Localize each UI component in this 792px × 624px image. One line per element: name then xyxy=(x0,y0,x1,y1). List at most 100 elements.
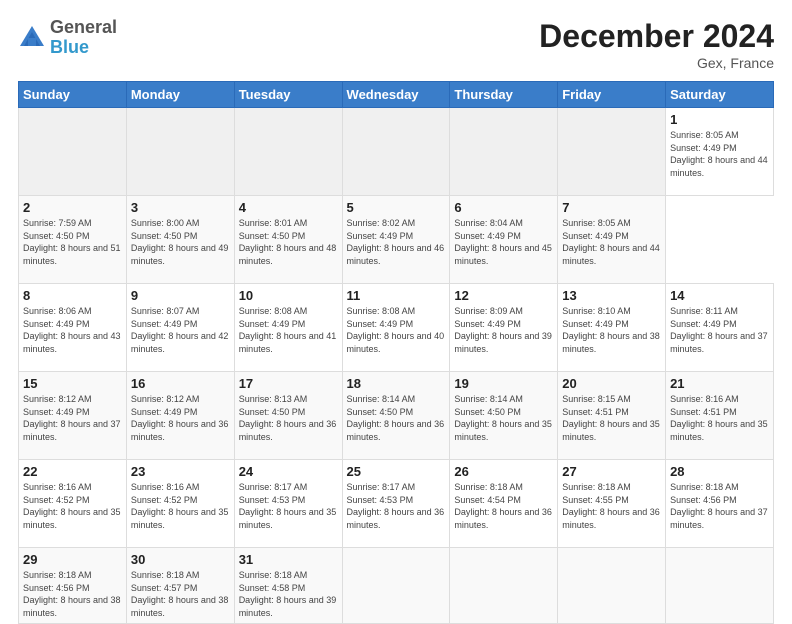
day-number: 1 xyxy=(670,112,769,127)
day-number: 22 xyxy=(23,464,122,479)
calendar-cell xyxy=(19,108,127,196)
logo-icon xyxy=(18,24,46,52)
day-info: Sunrise: 8:04 AMSunset: 4:49 PMDaylight:… xyxy=(454,217,553,267)
day-header-thursday: Thursday xyxy=(450,82,558,108)
day-number: 23 xyxy=(131,464,230,479)
day-header-tuesday: Tuesday xyxy=(234,82,342,108)
calendar-cell: 18 Sunrise: 8:14 AMSunset: 4:50 PMDayligh… xyxy=(342,372,450,460)
day-number: 17 xyxy=(239,376,338,391)
calendar-cell xyxy=(234,108,342,196)
calendar-week-row: 29Sunrise: 8:18 AMSunset: 4:56 PMDayligh… xyxy=(19,548,774,624)
day-header-friday: Friday xyxy=(558,82,666,108)
day-number: 4 xyxy=(239,200,338,215)
calendar-body: 1Sunrise: 8:05 AMSunset: 4:49 PMDaylight… xyxy=(19,108,774,624)
calendar-cell: 9 Sunrise: 8:07 AMSunset: 4:49 PMDaylight… xyxy=(126,284,234,372)
day-info: Sunrise: 8:17 AMSunset: 4:53 PMDaylight:… xyxy=(347,481,446,531)
day-info: Sunrise: 8:12 AMSunset: 4:49 PMDaylight:… xyxy=(131,393,230,443)
day-number: 27 xyxy=(562,464,661,479)
calendar-week-row: 1Sunrise: 8:05 AMSunset: 4:49 PMDaylight… xyxy=(19,108,774,196)
day-info: Sunrise: 8:08 AMSunset: 4:49 PMDaylight:… xyxy=(239,305,338,355)
day-number: 8 xyxy=(23,288,122,303)
calendar-header-row: SundayMondayTuesdayWednesdayThursdayFrid… xyxy=(19,82,774,108)
day-number: 12 xyxy=(454,288,553,303)
day-number: 10 xyxy=(239,288,338,303)
day-number: 31 xyxy=(239,552,338,567)
day-number: 15 xyxy=(23,376,122,391)
day-info: Sunrise: 8:02 AMSunset: 4:49 PMDaylight:… xyxy=(347,217,446,267)
day-header-wednesday: Wednesday xyxy=(342,82,450,108)
calendar-cell: 8 Sunrise: 8:06 AMSunset: 4:49 PMDaylight… xyxy=(19,284,127,372)
day-number: 11 xyxy=(347,288,446,303)
day-number: 6 xyxy=(454,200,553,215)
title-block: December 2024 Gex, France xyxy=(539,18,774,71)
calendar-cell: 28 Sunrise: 8:18 AMSunset: 4:56 PMDayligh… xyxy=(666,460,774,548)
day-info: Sunrise: 8:14 AMSunset: 4:50 PMDaylight:… xyxy=(454,393,553,443)
calendar-cell: 17Sunrise: 8:13 AMSunset: 4:50 PMDayligh… xyxy=(234,372,342,460)
day-number: 13 xyxy=(562,288,661,303)
calendar-cell: 19 Sunrise: 8:14 AMSunset: 4:50 PMDayligh… xyxy=(450,372,558,460)
day-number: 30 xyxy=(131,552,230,567)
day-number: 5 xyxy=(347,200,446,215)
calendar-cell: 12 Sunrise: 8:09 AMSunset: 4:49 PMDayligh… xyxy=(450,284,558,372)
day-number: 7 xyxy=(562,200,661,215)
day-number: 21 xyxy=(670,376,769,391)
calendar-cell: 4Sunrise: 8:01 AMSunset: 4:50 PMDaylight… xyxy=(234,196,342,284)
calendar-cell: 30Sunrise: 8:18 AMSunset: 4:57 PMDayligh… xyxy=(126,548,234,624)
day-number: 25 xyxy=(347,464,446,479)
calendar-cell xyxy=(558,108,666,196)
day-header-monday: Monday xyxy=(126,82,234,108)
calendar-cell: 27 Sunrise: 8:18 AMSunset: 4:55 PMDayligh… xyxy=(558,460,666,548)
day-info: Sunrise: 8:18 AMSunset: 4:55 PMDaylight:… xyxy=(562,481,661,531)
calendar-cell: 16 Sunrise: 8:12 AMSunset: 4:49 PMDayligh… xyxy=(126,372,234,460)
calendar-table: SundayMondayTuesdayWednesdayThursdayFrid… xyxy=(18,81,774,624)
day-number: 3 xyxy=(131,200,230,215)
header: General Blue December 2024 Gex, France xyxy=(18,18,774,71)
calendar-cell: 29Sunrise: 8:18 AMSunset: 4:56 PMDayligh… xyxy=(19,548,127,624)
day-info: Sunrise: 8:06 AMSunset: 4:49 PMDaylight:… xyxy=(23,305,122,355)
calendar-cell: 15 Sunrise: 8:12 AMSunset: 4:49 PMDayligh… xyxy=(19,372,127,460)
calendar-cell xyxy=(450,108,558,196)
day-number: 18 xyxy=(347,376,446,391)
calendar-cell: 22 Sunrise: 8:16 AMSunset: 4:52 PMDayligh… xyxy=(19,460,127,548)
day-info: Sunrise: 8:09 AMSunset: 4:49 PMDaylight:… xyxy=(454,305,553,355)
location: Gex, France xyxy=(539,55,774,71)
calendar-cell: 11Sunrise: 8:08 AMSunset: 4:49 PMDayligh… xyxy=(342,284,450,372)
day-info: Sunrise: 8:16 AMSunset: 4:52 PMDaylight:… xyxy=(131,481,230,531)
calendar-cell: 13 Sunrise: 8:10 AMSunset: 4:49 PMDayligh… xyxy=(558,284,666,372)
calendar-cell: 6 Sunrise: 8:04 AMSunset: 4:49 PMDaylight… xyxy=(450,196,558,284)
day-info: Sunrise: 8:14 AMSunset: 4:50 PMDaylight:… xyxy=(347,393,446,443)
logo: General Blue xyxy=(18,18,117,58)
day-number: 16 xyxy=(131,376,230,391)
day-number: 9 xyxy=(131,288,230,303)
calendar-week-row: 8 Sunrise: 8:06 AMSunset: 4:49 PMDaylight… xyxy=(19,284,774,372)
calendar-cell xyxy=(558,548,666,624)
day-info: Sunrise: 8:16 AMSunset: 4:52 PMDaylight:… xyxy=(23,481,122,531)
day-number: 19 xyxy=(454,376,553,391)
day-header-saturday: Saturday xyxy=(666,82,774,108)
day-info: Sunrise: 8:07 AMSunset: 4:49 PMDaylight:… xyxy=(131,305,230,355)
calendar-cell: 26Sunrise: 8:18 AMSunset: 4:54 PMDayligh… xyxy=(450,460,558,548)
day-number: 28 xyxy=(670,464,769,479)
calendar-cell: 14Sunrise: 8:11 AMSunset: 4:49 PMDayligh… xyxy=(666,284,774,372)
day-info: Sunrise: 8:11 AMSunset: 4:49 PMDaylight:… xyxy=(670,305,769,355)
calendar-cell xyxy=(450,548,558,624)
calendar-cell: 21Sunrise: 8:16 AMSunset: 4:51 PMDayligh… xyxy=(666,372,774,460)
calendar-cell: 3Sunrise: 8:00 AMSunset: 4:50 PMDaylight… xyxy=(126,196,234,284)
day-info: Sunrise: 8:18 AMSunset: 4:54 PMDaylight:… xyxy=(454,481,553,531)
calendar-cell: 23 Sunrise: 8:16 AMSunset: 4:52 PMDayligh… xyxy=(126,460,234,548)
calendar-cell xyxy=(342,548,450,624)
calendar-week-row: 15 Sunrise: 8:12 AMSunset: 4:49 PMDayligh… xyxy=(19,372,774,460)
day-info: Sunrise: 8:15 AMSunset: 4:51 PMDaylight:… xyxy=(562,393,661,443)
month-title: December 2024 xyxy=(539,18,774,55)
day-info: Sunrise: 8:12 AMSunset: 4:49 PMDaylight:… xyxy=(23,393,122,443)
logo-general: General xyxy=(50,17,117,37)
calendar-cell: 31Sunrise: 8:18 AMSunset: 4:58 PMDayligh… xyxy=(234,548,342,624)
day-info: Sunrise: 8:10 AMSunset: 4:49 PMDaylight:… xyxy=(562,305,661,355)
calendar-cell: 5 Sunrise: 8:02 AMSunset: 4:49 PMDaylight… xyxy=(342,196,450,284)
calendar-week-row: 22 Sunrise: 8:16 AMSunset: 4:52 PMDayligh… xyxy=(19,460,774,548)
logo-text: General Blue xyxy=(50,18,117,58)
day-info: Sunrise: 8:17 AMSunset: 4:53 PMDaylight:… xyxy=(239,481,338,531)
day-info: Sunrise: 8:18 AMSunset: 4:56 PMDaylight:… xyxy=(670,481,769,531)
calendar-cell xyxy=(126,108,234,196)
calendar-cell: 25 Sunrise: 8:17 AMSunset: 4:53 PMDayligh… xyxy=(342,460,450,548)
